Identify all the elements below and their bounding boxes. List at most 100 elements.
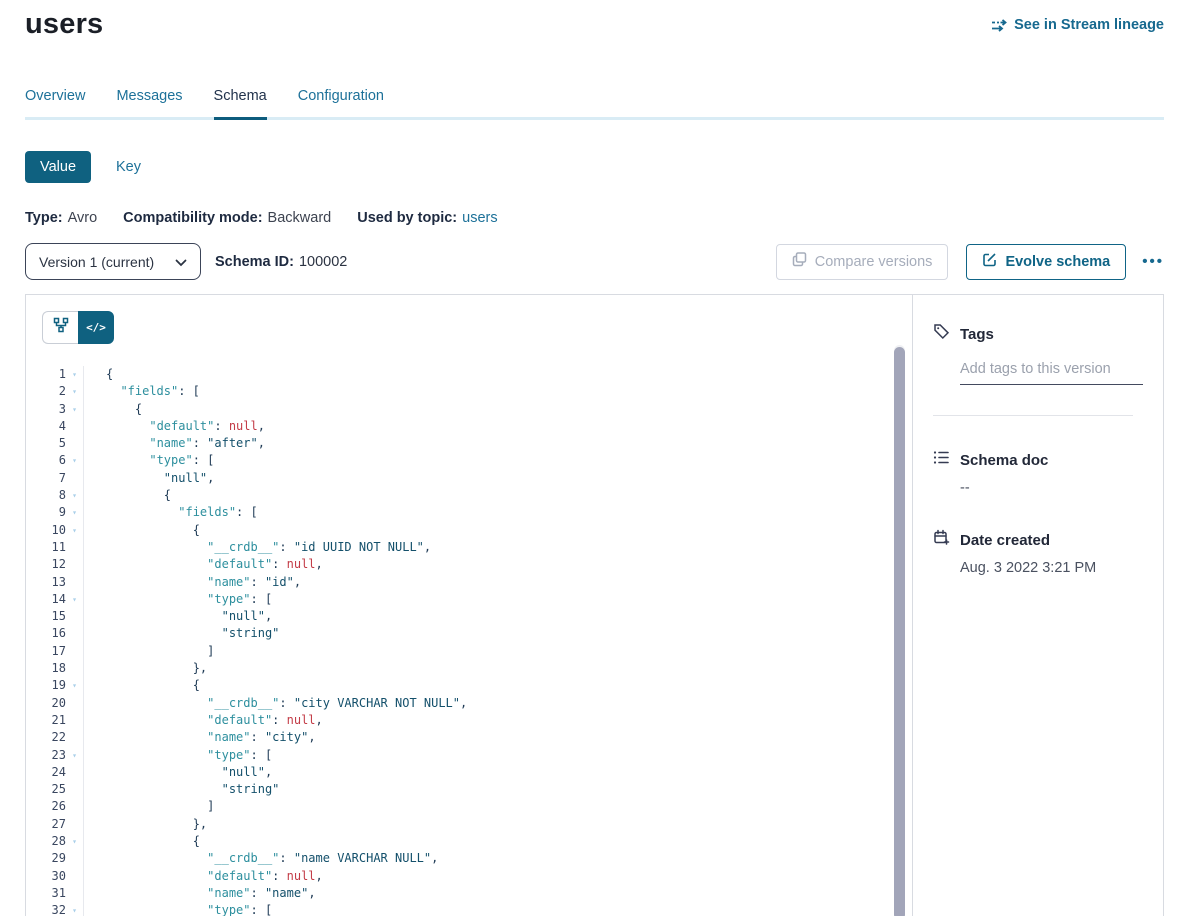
editor-view-toggle: </> <box>42 311 114 344</box>
list-icon <box>933 449 950 471</box>
compare-icon <box>792 252 807 271</box>
code-line: 21"default": null, <box>26 712 912 729</box>
fold-toggle-icon[interactable]: ▾ <box>66 504 83 521</box>
used-by-topic: Used by topic: users <box>357 210 497 226</box>
tags-input[interactable] <box>960 361 1143 377</box>
fold-spacer <box>66 556 83 573</box>
line-number: 32 <box>26 902 66 916</box>
tab-schema[interactable]: Schema <box>214 88 267 120</box>
line-number: 9 <box>26 504 66 521</box>
code-line: 5"name": "after", <box>26 435 912 452</box>
fold-toggle-icon[interactable]: ▾ <box>66 902 83 916</box>
evolve-schema-button[interactable]: Evolve schema <box>966 244 1126 280</box>
code-line: 31"name": "name", <box>26 885 912 902</box>
fold-spacer <box>66 625 83 642</box>
compatibility-label: Compatibility mode: <box>123 210 262 226</box>
tags-title: Tags <box>960 326 994 343</box>
code-line: 19▾{ <box>26 677 912 694</box>
more-options-button[interactable]: ••• <box>1142 254 1164 269</box>
value-key-toggle: Value Key <box>25 151 1164 183</box>
date-created-header: Date created <box>933 529 1143 551</box>
schema-type: Type: Avro <box>25 210 97 226</box>
line-number: 12 <box>26 556 66 573</box>
line-number: 25 <box>26 781 66 798</box>
type-value: Avro <box>68 210 98 226</box>
code-line: 15 "null", <box>26 608 912 625</box>
tree-view-button[interactable] <box>42 311 78 344</box>
fold-toggle-icon[interactable]: ▾ <box>66 522 83 539</box>
version-select[interactable]: Version 1 (current) <box>25 243 201 280</box>
fold-spacer <box>66 781 83 798</box>
version-bar: Version 1 (current) Schema ID: 100002 Co… <box>25 243 1164 280</box>
code-line: 7 "null", <box>26 470 912 487</box>
fold-toggle-icon[interactable]: ▾ <box>66 366 83 383</box>
fold-spacer <box>66 418 83 435</box>
fold-toggle-icon[interactable]: ▾ <box>66 487 83 504</box>
stream-lineage-label: See in Stream lineage <box>1014 17 1164 33</box>
fold-toggle-icon[interactable]: ▾ <box>66 677 83 694</box>
type-label: Type: <box>25 210 63 226</box>
tab-configuration[interactable]: Configuration <box>298 88 384 120</box>
schema-id-label: Schema ID: <box>215 254 294 270</box>
line-number: 20 <box>26 695 66 712</box>
code-line: 17] <box>26 643 912 660</box>
fold-toggle-icon[interactable]: ▾ <box>66 383 83 400</box>
code-text: "type": [ <box>83 452 912 469</box>
date-created-section: Date created Aug. 3 2022 3:21 PM <box>933 529 1143 576</box>
fold-spacer <box>66 816 83 833</box>
fold-toggle-icon[interactable]: ▾ <box>66 591 83 608</box>
fold-spacer <box>66 695 83 712</box>
see-in-stream-lineage-link[interactable]: See in Stream lineage <box>991 17 1164 33</box>
line-number: 30 <box>26 868 66 885</box>
fold-toggle-icon[interactable]: ▾ <box>66 401 83 418</box>
code-line: 23▾"type": [ <box>26 747 912 764</box>
value-toggle-button[interactable]: Value <box>25 151 91 183</box>
code-text: ] <box>83 643 912 660</box>
compatibility-value: Backward <box>268 210 332 226</box>
line-number: 15 <box>26 608 66 625</box>
code-text: "string" <box>83 781 912 798</box>
compare-versions-button[interactable]: Compare versions <box>776 244 949 280</box>
code-text: "name": "name", <box>83 885 912 902</box>
code-view-icon: </> <box>86 321 106 334</box>
code-line: 14▾"type": [ <box>26 591 912 608</box>
tab-messages[interactable]: Messages <box>116 88 182 120</box>
code-text: "fields": [ <box>83 504 912 521</box>
fold-spacer <box>66 660 83 677</box>
code-text: "__crdb__": "city VARCHAR NOT NULL", <box>83 695 912 712</box>
tab-overview[interactable]: Overview <box>25 88 85 120</box>
line-number: 7 <box>26 470 66 487</box>
code-text: "null", <box>83 608 912 625</box>
fold-toggle-icon[interactable]: ▾ <box>66 747 83 764</box>
schema-doc-header: Schema doc <box>933 449 1143 471</box>
topic-link[interactable]: users <box>462 210 497 226</box>
code-line: 4"default": null, <box>26 418 912 435</box>
stream-lineage-icon <box>991 19 1007 32</box>
version-actions: Compare versions Evolve schema ••• <box>776 244 1164 280</box>
code-text: "null", <box>83 764 912 781</box>
line-number: 10 <box>26 522 66 539</box>
line-number: 5 <box>26 435 66 452</box>
page-title: users <box>25 8 103 41</box>
fold-toggle-icon[interactable]: ▾ <box>66 833 83 850</box>
editor-scrollbar-thumb[interactable] <box>894 347 905 916</box>
code-line: 24"null", <box>26 764 912 781</box>
fold-toggle-icon[interactable]: ▾ <box>66 452 83 469</box>
code-text: "type": [ <box>83 747 912 764</box>
code-text: "null", <box>83 470 912 487</box>
code-text: "default": null, <box>83 418 912 435</box>
code-text: "__crdb__": "name VARCHAR NULL", <box>83 850 912 867</box>
chevron-down-icon <box>175 254 187 270</box>
line-number: 21 <box>26 712 66 729</box>
fold-spacer <box>66 643 83 660</box>
code-line: 30"default": null, <box>26 868 912 885</box>
code-line: 11"__crdb__": "id UUID NOT NULL", <box>26 539 912 556</box>
tree-view-icon <box>53 317 69 338</box>
code-line: 13"name": "id", <box>26 574 912 591</box>
code-view-button[interactable]: </> <box>78 311 114 344</box>
line-number: 8 <box>26 487 66 504</box>
calendar-plus-icon <box>933 529 950 551</box>
line-number: 11 <box>26 539 66 556</box>
line-number: 13 <box>26 574 66 591</box>
key-toggle-button[interactable]: Key <box>116 159 141 175</box>
